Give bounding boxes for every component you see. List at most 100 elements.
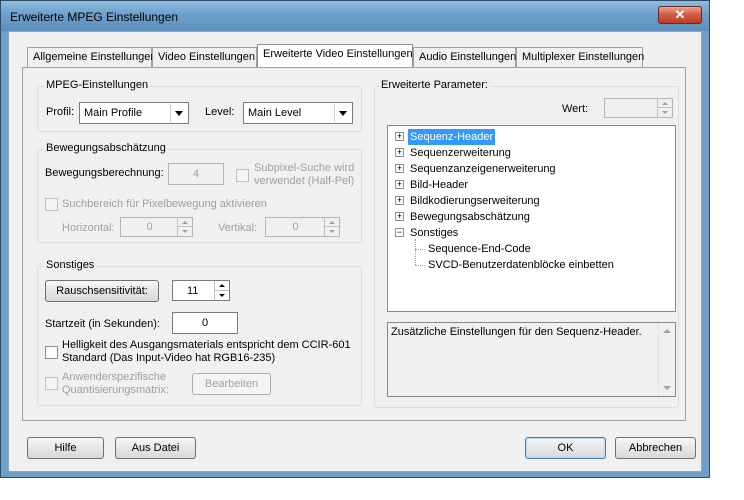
ccir601-checkbox[interactable] <box>45 346 58 359</box>
quant-matrix-checkbox[interactable] <box>45 377 58 390</box>
chevron-down-icon[interactable] <box>170 104 187 122</box>
spin-up-icon[interactable] <box>178 218 192 227</box>
spin-down-icon[interactable] <box>215 291 229 301</box>
tree-item-label: Sequenz-Header <box>408 129 496 145</box>
noise-sensitivity-value: 11 <box>187 285 199 297</box>
search-range-label: Suchbereich für Pixelbewegung aktivieren <box>62 198 267 210</box>
group-label: MPEG-Einstellungen <box>44 79 151 91</box>
tree-item-label: Sequenzerweiterung <box>410 147 511 159</box>
tree-item-svcd-benutzerdaten[interactable]: SVCD-Benutzerdatenblöcke einbetten <box>428 257 614 273</box>
tree-item-sequence-end-code[interactable]: Sequence-End-Code <box>428 241 531 257</box>
motion-calc-field[interactable]: 4 <box>168 163 224 185</box>
tree-item-label: Sonstiges <box>410 227 459 239</box>
tree-connector <box>415 265 425 266</box>
start-time-label: Startzeit (in Sekunden): <box>45 318 160 330</box>
vertical-spin-buttons[interactable] <box>324 218 339 236</box>
expand-icon[interactable]: + <box>395 180 404 189</box>
expand-icon[interactable]: + <box>395 148 404 157</box>
tab-multiplexer[interactable]: Multiplexer Einstellungen <box>516 47 645 67</box>
ccir601-label-line2: Standard (Das Input-Video hat RGB16-235) <box>62 352 276 364</box>
description-text: Zusätzliche Einstellungen für den Sequen… <box>391 326 642 338</box>
close-button[interactable]: ✕ <box>658 6 702 24</box>
expand-icon[interactable]: + <box>395 132 404 141</box>
subpixel-label-line1: Subpixel-Suche wird <box>254 162 355 174</box>
description-scrollbar[interactable] <box>658 323 675 396</box>
tree-item-label: Sequenzanzeigenerweiterung <box>410 163 556 175</box>
spin-up-icon[interactable] <box>325 218 339 227</box>
search-range-checkbox[interactable] <box>45 198 58 211</box>
value-label: Wert: <box>562 103 589 115</box>
tree-connector <box>415 249 425 250</box>
level-select[interactable]: Main Level <box>243 102 353 124</box>
profile-select[interactable]: Main Profile <box>79 102 189 124</box>
tree-connector <box>415 239 416 265</box>
window-title: Erweiterte MPEG Einstellungen <box>10 10 179 24</box>
tree-item-label: Sequence-End-Code <box>428 243 531 255</box>
close-icon: ✕ <box>674 7 686 22</box>
subpixel-label-line2: verwendet (Half-Pel) <box>254 175 355 187</box>
scroll-down-icon[interactable] <box>663 386 671 390</box>
description-box[interactable]: Zusätzliche Einstellungen für den Sequen… <box>387 322 676 397</box>
vertical-spinner[interactable]: 0 <box>265 217 340 237</box>
tree-item-label: Bild-Header <box>410 179 469 191</box>
help-button[interactable]: Hilfe <box>27 437 104 459</box>
motion-calc-value: 4 <box>192 168 200 180</box>
cancel-button[interactable]: Abbrechen <box>615 437 696 459</box>
quant-matrix-label: Anwenderspezifische Quantisierungsmatrix… <box>62 371 169 397</box>
vertical-label: Vertikal: <box>218 222 258 234</box>
ccir601-label-line1: Helligkeit des Ausgangsmaterials entspri… <box>62 339 351 351</box>
tree-item-label: Bildkodierungserweiterung <box>410 195 540 207</box>
tab-label: Audio Einstellungen <box>419 51 517 63</box>
horizontal-value: 0 <box>146 221 153 233</box>
expand-icon[interactable]: + <box>395 196 404 205</box>
ccir601-label: Helligkeit des Ausgangsmaterials entspri… <box>62 339 351 365</box>
ok-button[interactable]: OK <box>525 437 606 459</box>
tab-audio[interactable]: Audio Einstellungen <box>413 47 516 67</box>
level-label: Level: <box>205 106 235 118</box>
motion-calc-label: Bewegungsberechnung: <box>45 167 164 179</box>
spin-down-icon[interactable] <box>178 227 192 236</box>
tab-label: Video Einstellungen <box>158 51 256 63</box>
tab-label: Multiplexer Einstellungen <box>522 51 645 63</box>
horizontal-spin-buttons[interactable] <box>177 218 192 236</box>
expand-icon[interactable]: + <box>395 164 404 173</box>
horizontal-label: Horizontal: <box>62 222 115 234</box>
group-label: Erweiterte Parameter: <box>379 79 490 91</box>
chevron-down-icon[interactable] <box>334 104 351 122</box>
value-spin-buttons[interactable] <box>657 99 672 117</box>
tree-item-label: SVCD-Benutzerdatenblöcke einbetten <box>428 259 614 271</box>
quant-matrix-label-line2: Quantisierungsmatrix: <box>62 384 169 396</box>
tab-label: Erweiterte Video Einstellungen <box>263 48 413 60</box>
profile-value: Main Profile <box>84 107 143 119</box>
spin-down-icon[interactable] <box>325 227 339 236</box>
load-from-file-button[interactable]: Aus Datei <box>115 437 196 459</box>
level-value: Main Level <box>248 107 302 119</box>
expand-icon[interactable]: + <box>395 212 404 221</box>
noise-sensitivity-button[interactable]: Rauschsensitivität: <box>45 280 159 302</box>
subpixel-checkbox[interactable] <box>236 169 249 182</box>
tab-erweiterte-video[interactable]: Erweiterte Video Einstellungen <box>257 44 413 67</box>
start-time-field[interactable]: 0 <box>172 312 238 334</box>
value-spinner[interactable] <box>604 98 673 118</box>
noise-spin-buttons[interactable] <box>214 281 229 300</box>
vertical-value: 0 <box>292 221 299 233</box>
spin-down-icon[interactable] <box>658 108 672 117</box>
title-bar[interactable]: Erweiterte MPEG Einstellungen ✕ <box>1 1 709 31</box>
tab-allgemeine[interactable]: Allgemeine Einstellungen <box>27 47 157 67</box>
spin-up-icon[interactable] <box>215 281 229 291</box>
profile-label: Profil: <box>46 106 75 118</box>
subpixel-label: Subpixel-Suche wird verwendet (Half-Pel) <box>254 162 354 188</box>
parameter-tree[interactable]: + Sequenz-Header + Sequenzerweiterung + … <box>387 125 676 312</box>
start-time-value: 0 <box>201 317 209 329</box>
collapse-icon[interactable]: − <box>395 228 404 237</box>
group-label: Bewegungsabschätzung <box>44 142 168 154</box>
edit-matrix-button[interactable]: Bearbeiten <box>192 373 271 395</box>
spin-up-icon[interactable] <box>658 99 672 108</box>
tab-video[interactable]: Video Einstellungen <box>152 47 257 67</box>
group-label: Sonstiges <box>44 259 97 271</box>
quant-matrix-label-line1: Anwenderspezifische <box>62 371 166 383</box>
horizontal-spinner[interactable]: 0 <box>120 217 193 237</box>
tree-item-label: Bewegungsabschätzung <box>410 211 530 223</box>
noise-sensitivity-spinner[interactable]: 11 <box>172 280 230 301</box>
scroll-up-icon[interactable] <box>663 329 671 333</box>
